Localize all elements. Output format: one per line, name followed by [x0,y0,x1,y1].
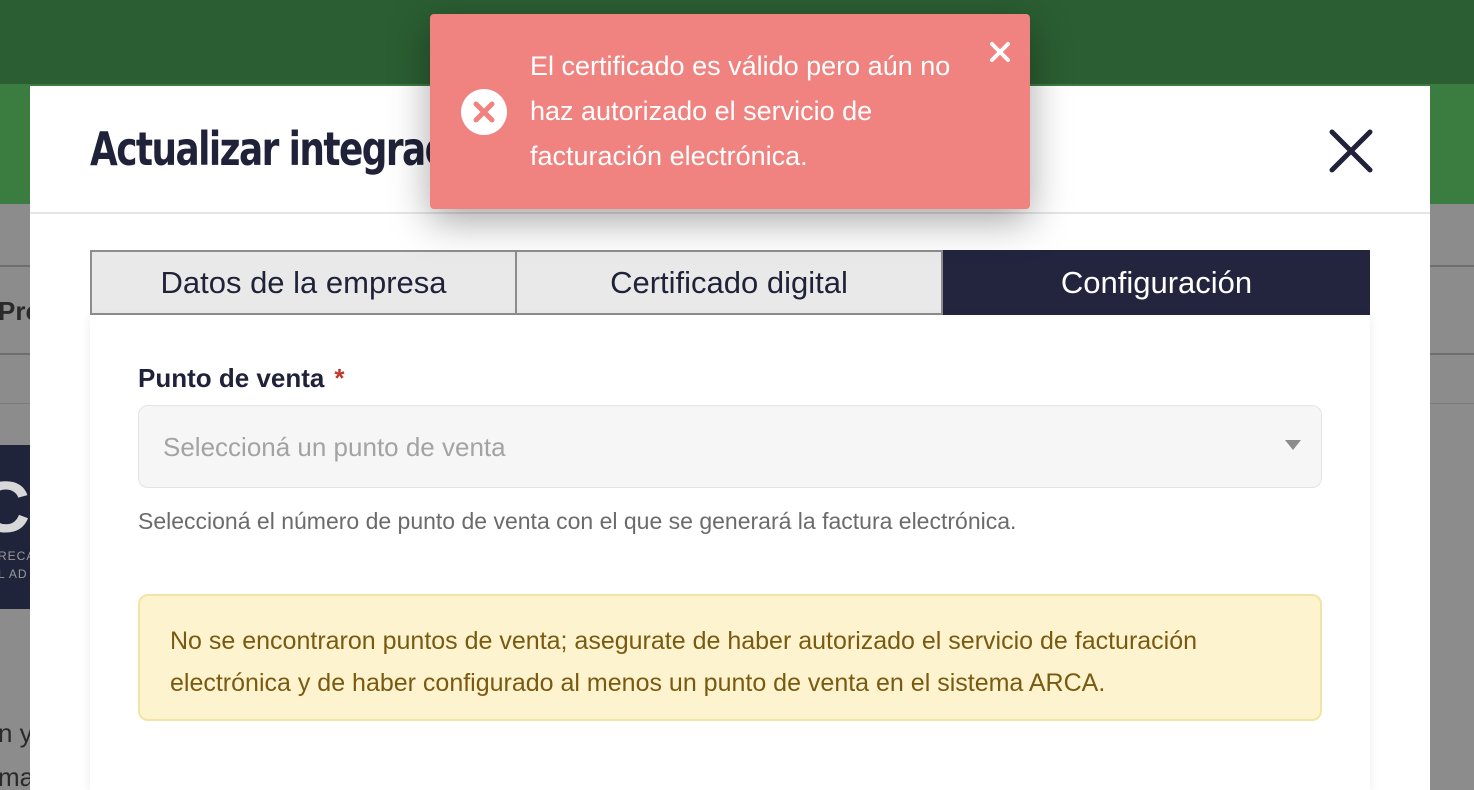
modal-close-button[interactable] [1326,126,1376,176]
punto-de-venta-select[interactable]: Seleccioná un punto de venta [138,405,1322,488]
caret-down-icon [1285,440,1301,450]
background-logo-letter: C [0,468,30,548]
required-mark: * [334,363,345,393]
background-logo-text: RECA [0,549,30,563]
punto-de-venta-label: Punto de venta * [138,363,344,394]
background-text-fragment: n y [0,718,33,748]
integration-tabs: Datos de la empresa Certificado digital … [90,250,1370,315]
background-text-fragment: ma [0,762,35,790]
background-logo-text: L AD [0,567,28,581]
close-icon [990,42,1010,62]
configuracion-panel: Punto de venta * Seleccioná un punto de v… [90,315,1370,790]
punto-de-venta-help: Seleccioná el número de punto de venta c… [138,508,1017,534]
select-placeholder: Seleccioná un punto de venta [163,432,506,462]
tab-datos-empresa[interactable]: Datos de la empresa [90,250,517,315]
error-circle-icon [461,89,507,135]
toast-message: El certificado es válido pero aún no haz… [530,51,951,171]
close-icon [1329,129,1373,173]
punto-de-venta-label-text: Punto de venta [138,363,325,393]
error-toast: El certificado es válido pero aún no haz… [430,14,1030,209]
tab-configuracion[interactable]: Configuración [943,250,1370,315]
toast-close-button[interactable] [988,40,1012,64]
no-points-of-sale-warning: No se encontraron puntos de venta; asegu… [138,594,1322,721]
background-logo-card: C RECA L AD [0,445,30,609]
tab-certificado-digital[interactable]: Certificado digital [517,250,943,315]
